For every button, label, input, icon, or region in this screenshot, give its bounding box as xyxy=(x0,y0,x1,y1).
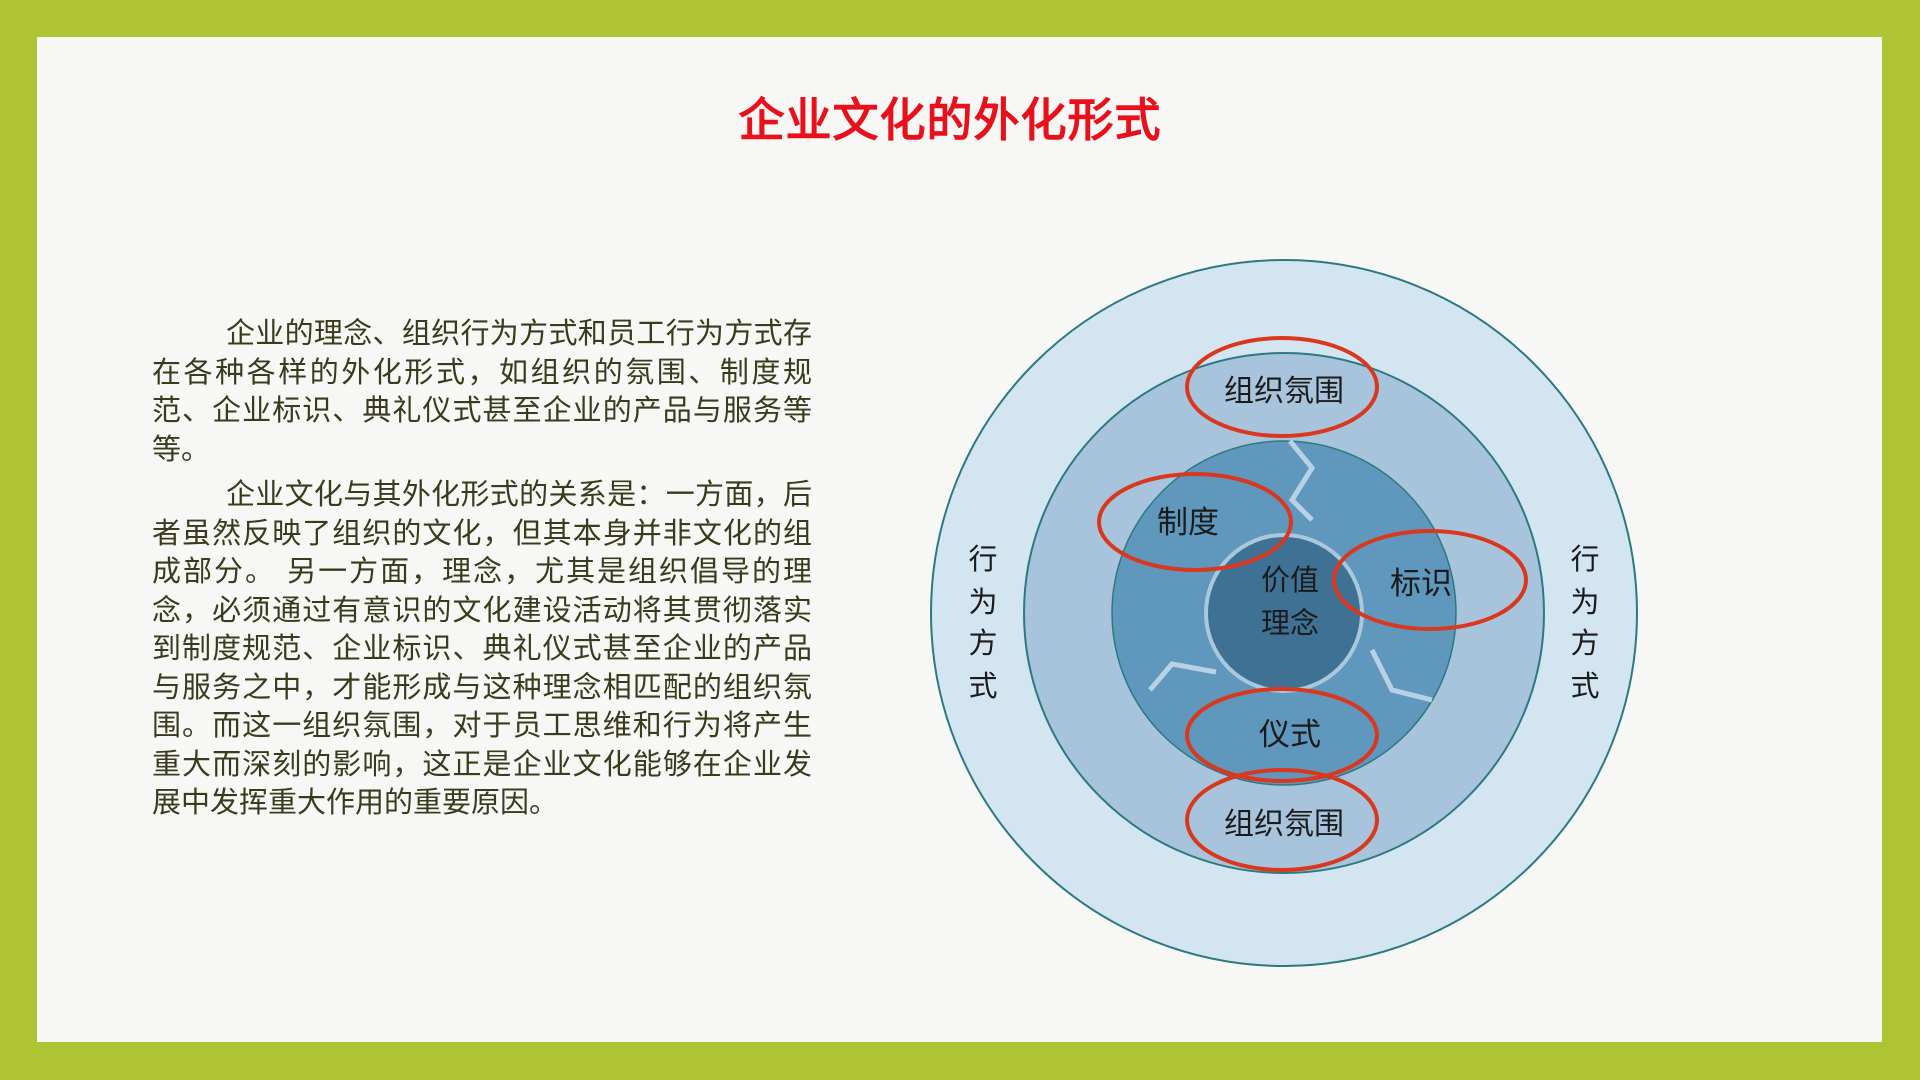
segment-label-right: 标识 xyxy=(1390,566,1452,602)
segment-label-bottom: 仪式 xyxy=(1259,717,1321,753)
svg-text:式: 式 xyxy=(968,669,997,703)
bottom-label: 组织氛围 xyxy=(1224,807,1344,842)
svg-text:方: 方 xyxy=(968,626,997,660)
core-label-line2: 理念 xyxy=(1261,606,1319,640)
svg-text:行: 行 xyxy=(1570,542,1599,576)
top-label: 组织氛围 xyxy=(1224,374,1344,409)
svg-text:为: 为 xyxy=(968,585,997,619)
svg-text:式: 式 xyxy=(1570,669,1599,703)
culture-circle-diagram: 行 为 方 式 行 为 方 式 组织氛围 组织氛围 制度 标识 仪式 价值 理念 xyxy=(930,259,1638,967)
svg-text:行: 行 xyxy=(968,542,997,576)
svg-text:方: 方 xyxy=(1570,626,1599,660)
segment-label-left: 制度 xyxy=(1157,505,1219,541)
svg-text:为: 为 xyxy=(1570,585,1599,619)
core-label-line1: 价值 xyxy=(1261,563,1319,597)
